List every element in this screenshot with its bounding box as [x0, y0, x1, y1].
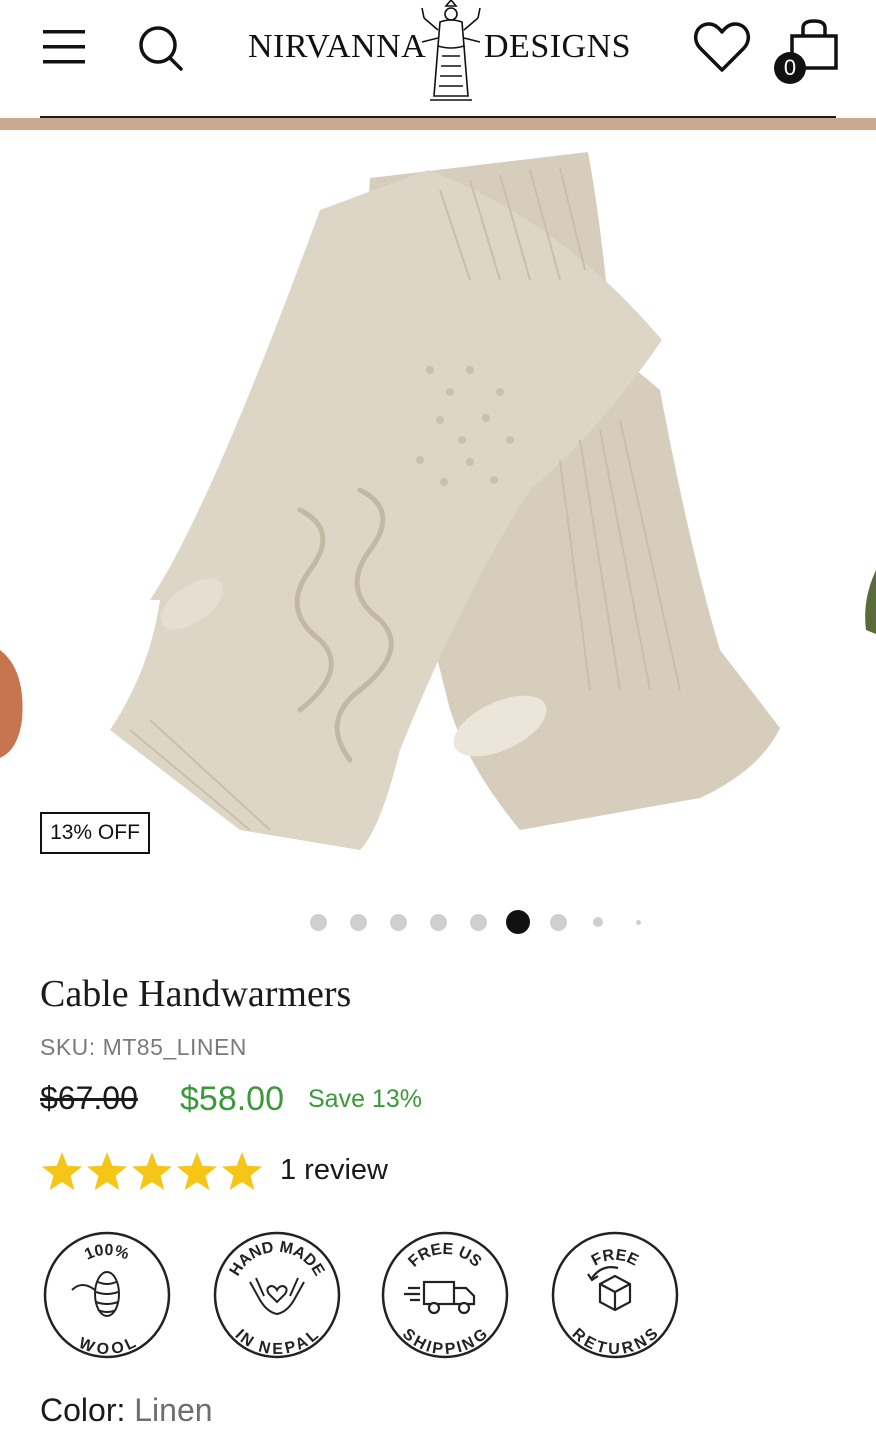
- carousel-dot[interactable]: [506, 910, 530, 934]
- carousel-dot[interactable]: [349, 913, 367, 931]
- shopping-bag-icon[interactable]: 0: [772, 18, 840, 84]
- wool-badge-bottom: WOOL: [76, 1334, 138, 1358]
- deity-logo-icon: [421, 0, 481, 101]
- carousel-dot[interactable]: [593, 917, 603, 927]
- svg-text:100%: 100%: [82, 1242, 131, 1264]
- carousel-pagination: [0, 906, 876, 938]
- brand-name-right: DESIGNS: [484, 28, 632, 65]
- carousel-dot[interactable]: [549, 913, 567, 931]
- wool-badge-top: 100%: [82, 1242, 131, 1264]
- star-icon: [42, 1152, 82, 1190]
- handmade-badge-bottom: IN NEPAL: [232, 1327, 322, 1359]
- color-selector-label: Color: Linen: [40, 1392, 213, 1429]
- product-sku: SKU: MT85_LINEN: [40, 1034, 247, 1060]
- rating-stars[interactable]: [40, 1150, 266, 1194]
- svg-text:SHIPPING: SHIPPING: [399, 1326, 491, 1359]
- svg-text:IN NEPAL: IN NEPAL: [232, 1327, 322, 1359]
- svg-text:WOOL: WOOL: [76, 1334, 138, 1358]
- free-returns-badge: FREE RETURNS: [550, 1230, 680, 1360]
- free-shipping-badge: FREE US SHIPPING: [380, 1230, 510, 1360]
- brand-logo[interactable]: NIRVANNA DESIGNS: [240, 0, 636, 104]
- carousel-dot[interactable]: [635, 919, 641, 925]
- wool-badge: 100% WOOL: [42, 1230, 172, 1360]
- returns-badge-bottom: RETURNS: [569, 1325, 662, 1358]
- yarn-icon: [71, 1271, 120, 1317]
- svg-text:FREE US: FREE US: [405, 1241, 484, 1271]
- return-box-icon: [587, 1266, 632, 1312]
- heart-icon[interactable]: [693, 20, 751, 74]
- product-image: [0, 152, 876, 850]
- site-header: NIRVANNA DESIGNS 0: [0, 0, 876, 118]
- carousel-dot[interactable]: [309, 913, 327, 931]
- original-price: $67.00: [40, 1080, 138, 1116]
- shipping-badge-top: FREE US: [405, 1241, 484, 1271]
- star-icon: [177, 1152, 217, 1190]
- search-icon[interactable]: [136, 22, 186, 72]
- svg-text:RETURNS: RETURNS: [569, 1325, 662, 1358]
- carousel-dot[interactable]: [429, 913, 447, 931]
- product-image-carousel[interactable]: [0, 130, 876, 890]
- handmade-nepal-badge: HAND MADE IN NEPAL: [212, 1230, 342, 1360]
- carousel-dot[interactable]: [469, 913, 487, 931]
- star-icon: [87, 1152, 127, 1190]
- color-value: Linen: [134, 1392, 213, 1428]
- hands-heart-icon: [249, 1277, 305, 1316]
- discount-badge: 13% OFF: [40, 812, 150, 854]
- star-icon: [222, 1152, 262, 1190]
- truck-icon: [404, 1280, 476, 1315]
- cart-count-badge: 0: [774, 52, 806, 84]
- color-label: Color:: [40, 1392, 126, 1428]
- svg-text:FREE: FREE: [589, 1247, 641, 1270]
- shipping-badge-bottom: SHIPPING: [399, 1326, 491, 1359]
- menu-icon[interactable]: [40, 24, 90, 70]
- star-icon: [132, 1152, 172, 1190]
- savings-text: Save 13%: [308, 1085, 422, 1113]
- accent-strip: [0, 118, 876, 130]
- returns-badge-top: FREE: [589, 1247, 641, 1270]
- review-count-link[interactable]: 1 review: [280, 1154, 388, 1187]
- carousel-dot[interactable]: [389, 913, 407, 931]
- sale-price: $58.00: [180, 1080, 284, 1118]
- product-title: Cable Handwarmers: [40, 973, 352, 1015]
- brand-name-left: NIRVANNA: [248, 28, 427, 65]
